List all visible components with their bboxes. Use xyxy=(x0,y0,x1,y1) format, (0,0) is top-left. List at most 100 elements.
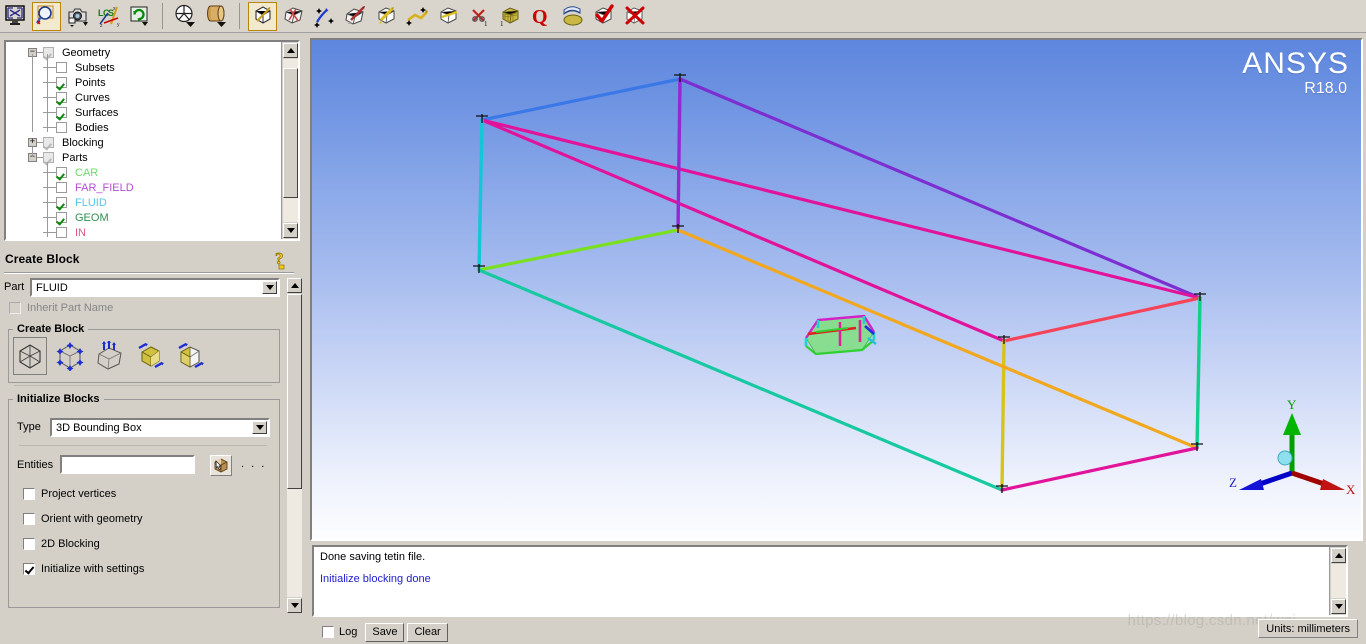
split-block-icon[interactable] xyxy=(279,2,308,31)
triad-x-arrow xyxy=(1320,479,1345,490)
delete-block-icon[interactable] xyxy=(620,2,649,31)
2d-blocking-checkbox[interactable] xyxy=(23,538,35,550)
create-block-body: Part FLUID Inherit Part Name Create Bloc… xyxy=(0,277,305,614)
inherit-part-name-row[interactable]: Inherit Part Name xyxy=(9,302,113,314)
local-coordinate-system-icon[interactable]: L C S x z y xyxy=(94,2,123,31)
from-points-icon[interactable] xyxy=(53,337,87,375)
fit-window-icon[interactable] xyxy=(1,2,30,31)
toolbar-separator xyxy=(162,3,163,29)
initialize-blocks-group: Initialize Blocks Type 3D Bounding Box E… xyxy=(8,393,280,608)
tree-checkbox[interactable] xyxy=(43,152,54,163)
2d-blocking-row[interactable]: 2D Blocking xyxy=(23,538,100,550)
initialize-with-settings-row[interactable]: Initialize with settings xyxy=(23,563,144,575)
panel-scroll-up-button[interactable] xyxy=(287,278,302,293)
cut-plane-icon[interactable] xyxy=(202,2,231,31)
edit-edge-icon[interactable]: 1 xyxy=(465,2,494,31)
message-log-content[interactable]: Done saving tetin file. Initialize block… xyxy=(314,547,1329,615)
create-block-icon[interactable] xyxy=(248,1,277,31)
tree-expander[interactable]: + xyxy=(28,138,37,147)
clear-log-button[interactable]: Clear xyxy=(407,622,448,642)
select-entities-icon[interactable] xyxy=(210,455,232,476)
from-bounding-box-icon[interactable] xyxy=(173,337,207,375)
part-row: Part xyxy=(4,281,24,293)
orient-with-geometry-checkbox[interactable] xyxy=(23,513,35,525)
chevron-down-icon[interactable] xyxy=(262,281,277,294)
create-block-panel: Create Block ? Part FLUID Inherit Part N… xyxy=(0,247,305,644)
tree-checkbox[interactable] xyxy=(56,92,67,103)
edge-top-front-red xyxy=(1002,296,1202,343)
triad-y-label: Y xyxy=(1287,397,1297,412)
panel-scroll-down-button[interactable] xyxy=(287,598,302,613)
part-dropdown[interactable]: FLUID xyxy=(30,278,280,297)
tree-checkbox[interactable] xyxy=(56,167,67,178)
merge-vertices-icon[interactable] xyxy=(310,2,339,31)
tree-checkbox[interactable] xyxy=(56,182,67,193)
tree-scrollbar[interactable] xyxy=(281,42,298,239)
from-faces-icon[interactable] xyxy=(93,337,127,375)
tree-checkbox[interactable] xyxy=(56,197,67,208)
model-tree-content: − Geometry Subsets Points Curves Surface… xyxy=(6,42,281,239)
graphics-viewport[interactable]: Y Z X ANSYS R18.0 xyxy=(310,38,1363,541)
pre-mesh-quality-icon[interactable]: Q xyxy=(527,2,556,31)
create-block-header: Create Block ? xyxy=(0,247,305,272)
viewport-canvas[interactable]: Y Z X ANSYS R18.0 xyxy=(312,40,1361,539)
tree-checkbox[interactable] xyxy=(43,47,54,58)
type-dropdown[interactable]: 3D Bounding Box xyxy=(50,418,270,437)
create-block-group-label: Create Block xyxy=(17,323,85,335)
tree-scroll-up-button[interactable] xyxy=(283,43,298,58)
toolbar-separator xyxy=(239,3,240,29)
pre-mesh-params-icon[interactable]: 1 xyxy=(496,2,525,31)
tree-checkbox[interactable] xyxy=(43,137,54,148)
tree-checkbox[interactable] xyxy=(56,212,67,223)
entities-more-button[interactable]: . . . xyxy=(241,458,266,470)
move-vertex-icon[interactable] xyxy=(403,2,432,31)
part-value: FLUID xyxy=(36,281,68,294)
edit-block-icon[interactable] xyxy=(341,2,370,31)
initialize-with-settings-checkbox[interactable] xyxy=(23,563,35,575)
message-scroll-up-button[interactable] xyxy=(1331,548,1346,563)
check-blocks-icon[interactable] xyxy=(558,2,587,31)
triad-z-label: Z xyxy=(1229,475,1237,490)
tree-checkbox[interactable] xyxy=(56,107,67,118)
panel-scroll-thumb[interactable] xyxy=(287,294,302,489)
project-vertices-checkbox[interactable] xyxy=(23,488,35,500)
edge-vertical-cyan xyxy=(477,118,484,272)
toolbar-group-blocking: 1 1 Q xyxy=(247,0,650,32)
from-vertices-icon[interactable] xyxy=(13,337,47,375)
tree-checkbox[interactable] xyxy=(56,122,67,133)
refresh-icon[interactable] xyxy=(125,2,154,31)
tree-scroll-down-button[interactable] xyxy=(283,223,298,238)
scan-planes-icon[interactable] xyxy=(171,2,200,31)
message-scroll-track[interactable] xyxy=(1331,564,1346,598)
message-scrollbar[interactable] xyxy=(1329,547,1346,615)
log-checkbox[interactable] xyxy=(322,626,334,638)
create-block-group: Create Block xyxy=(8,323,280,383)
tree-item-blocking[interactable]: + Blocking xyxy=(6,135,281,150)
model-tree: − Geometry Subsets Points Curves Surface… xyxy=(4,40,300,241)
inherit-part-name-checkbox[interactable] xyxy=(9,302,21,314)
tree-item-label: Subsets xyxy=(75,61,115,74)
tree-scroll-thumb[interactable] xyxy=(283,68,298,198)
zoom-box-icon[interactable] xyxy=(32,1,61,31)
verify-blocking-icon[interactable] xyxy=(589,2,618,31)
triad-x-label: X xyxy=(1346,482,1356,497)
message-scroll-down-button[interactable] xyxy=(1331,599,1346,614)
help-question-icon[interactable]: ? xyxy=(273,249,293,274)
save-log-button[interactable]: Save xyxy=(365,622,405,642)
orient-with-geometry-label: Orient with geometry xyxy=(41,513,143,525)
tree-checkbox[interactable] xyxy=(56,227,67,238)
from-surfaces-icon[interactable] xyxy=(133,337,167,375)
message-line: Done saving tetin file. xyxy=(320,551,426,563)
chevron-down-icon[interactable] xyxy=(252,421,267,434)
orient-with-geometry-row[interactable]: Orient with geometry xyxy=(23,513,142,525)
panel-scrollbar[interactable] xyxy=(286,277,303,614)
edge-bottom-green xyxy=(477,228,680,272)
tree-checkbox[interactable] xyxy=(56,77,67,88)
entities-input[interactable] xyxy=(60,455,195,474)
associate-icon[interactable] xyxy=(372,2,401,31)
tree-item-label: IN xyxy=(75,226,86,239)
transform-blocks-icon[interactable] xyxy=(434,2,463,31)
tree-checkbox[interactable] xyxy=(56,62,67,73)
save-picture-icon[interactable] xyxy=(63,2,92,31)
project-vertices-row[interactable]: Project vertices xyxy=(23,488,116,500)
